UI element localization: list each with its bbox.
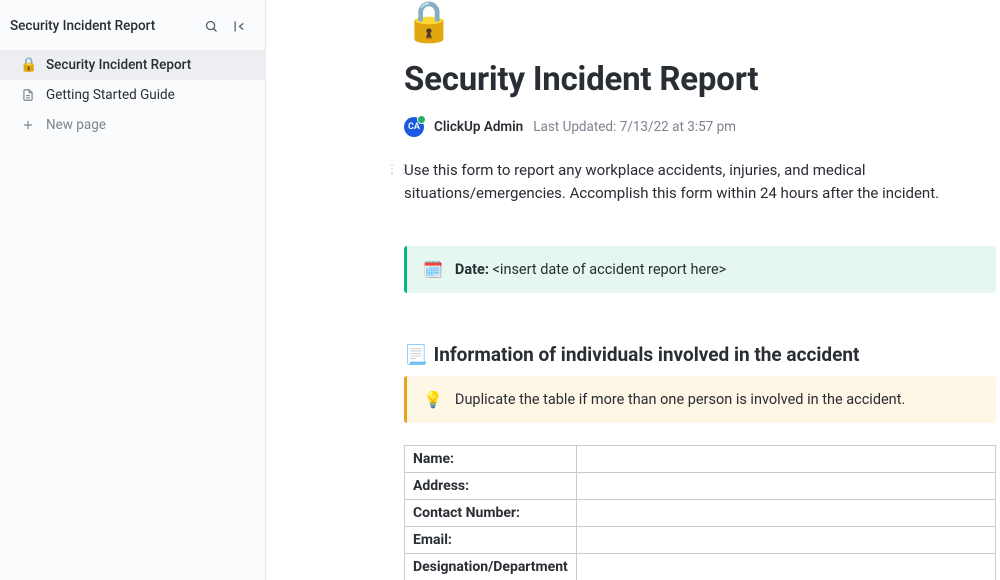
collapse-sidebar-icon[interactable] (231, 18, 247, 34)
table-value[interactable] (577, 472, 996, 499)
last-updated: Last Updated: 7/13/22 at 3:57 pm (533, 119, 736, 135)
date-placeholder[interactable]: <insert date of accident report here> (493, 261, 727, 278)
document-meta: CA ClickUp Admin Last Updated: 7/13/22 a… (404, 117, 996, 137)
table-key[interactable]: Email: (405, 526, 577, 553)
last-updated-value: 7/13/22 at 3:57 pm (620, 119, 736, 135)
date-callout-text: Date: <insert date of accident report he… (455, 261, 726, 278)
individuals-table[interactable]: Name: Address: Contact Number: Email: (404, 445, 996, 580)
table-value[interactable] (577, 526, 996, 553)
table-key[interactable]: Contact Number: (405, 499, 577, 526)
sidebar-item-security-incident-report[interactable]: 🔒 Security Incident Report (0, 50, 265, 80)
plus-icon (20, 117, 36, 133)
document-icon: 📃 (404, 343, 428, 366)
sidebar-item-label: Getting Started Guide (46, 87, 175, 103)
document-title[interactable]: Security Incident Report (404, 60, 996, 99)
section-heading-text: Information of individuals involved in t… (434, 343, 860, 366)
document: 🔒 Security Incident Report CA ClickUp Ad… (404, 0, 996, 580)
app-root: Security Incident Report 🔒 Security Inci… (0, 0, 1000, 580)
author-name: ClickUp Admin (434, 119, 523, 135)
description-block[interactable]: ⋮⋮ Use this form to report any workplace… (404, 159, 996, 206)
table-row: Contact Number: (405, 499, 996, 526)
sidebar-item-label: Security Incident Report (46, 57, 191, 73)
date-callout[interactable]: 🗓️ Date: <insert date of accident report… (404, 246, 996, 293)
page-icon (20, 87, 36, 103)
table-value[interactable] (577, 499, 996, 526)
table-value[interactable] (577, 445, 996, 472)
table-value[interactable] (577, 553, 996, 580)
table-row: Email: (405, 526, 996, 553)
table-key[interactable]: Designation/Department (405, 553, 577, 580)
section-heading-individuals[interactable]: 📃 Information of individuals involved in … (404, 343, 996, 366)
lock-icon: 🔒 (20, 57, 36, 73)
table-row: Name: (405, 445, 996, 472)
sidebar-header-icons (203, 18, 247, 34)
last-updated-label: Last Updated: (533, 119, 616, 135)
lightbulb-icon: 💡 (423, 390, 443, 409)
hint-callout[interactable]: 💡 Duplicate the table if more than one p… (404, 376, 996, 423)
author-avatar[interactable]: CA (404, 117, 424, 137)
table-key[interactable]: Name: (405, 445, 577, 472)
sidebar-item-new-page[interactable]: New page (0, 110, 265, 140)
drag-handle-icon[interactable]: ⋮⋮ (386, 162, 410, 176)
sidebar-items: 🔒 Security Incident Report Getting Start… (0, 50, 265, 140)
description-text[interactable]: Use this form to report any workplace ac… (404, 159, 996, 206)
sidebar-header: Security Incident Report (0, 10, 265, 44)
date-label: Date: (455, 261, 489, 278)
hint-text: Duplicate the table if more than one per… (455, 391, 905, 408)
search-icon[interactable] (203, 18, 219, 34)
table-row: Address: (405, 472, 996, 499)
sidebar-item-label: New page (46, 117, 106, 133)
main: 🔒 Security Incident Report CA ClickUp Ad… (266, 0, 1000, 580)
sidebar-item-getting-started-guide[interactable]: Getting Started Guide (0, 80, 265, 110)
document-hero-icon[interactable]: 🔒 (404, 2, 996, 42)
table-key[interactable]: Address: (405, 472, 577, 499)
sidebar-title: Security Incident Report (10, 18, 155, 34)
table-row: Designation/Department (405, 553, 996, 580)
sidebar: Security Incident Report 🔒 Security Inci… (0, 0, 266, 580)
calendar-icon: 🗓️ (423, 260, 443, 279)
